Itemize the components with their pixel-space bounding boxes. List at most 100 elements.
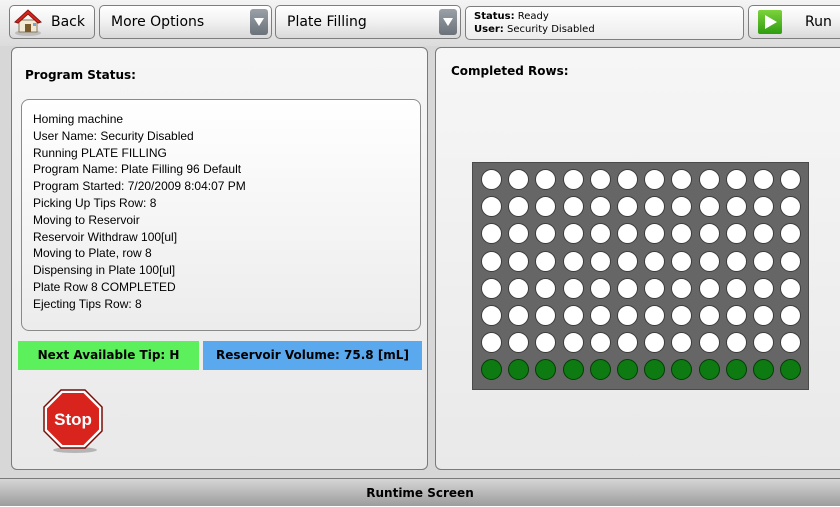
well xyxy=(617,277,638,299)
well xyxy=(562,196,584,218)
well xyxy=(725,332,747,354)
runtime-screen-bar: Runtime Screen xyxy=(0,478,840,506)
well xyxy=(725,305,747,326)
chevron-down-icon xyxy=(439,9,457,35)
log-line: Dispensing in Plate 100[ul] xyxy=(33,263,176,278)
well xyxy=(535,196,557,218)
well xyxy=(698,196,720,218)
well xyxy=(725,359,747,381)
reservoir-volume: Reservoir Volume: 75.8 [mL] xyxy=(203,341,422,370)
stop-button[interactable]: Stop xyxy=(40,388,106,454)
well xyxy=(508,359,530,381)
log-line: Program Name: Plate Filling 96 Default xyxy=(33,162,242,177)
well xyxy=(753,223,774,245)
well xyxy=(780,250,802,272)
play-icon xyxy=(758,10,782,34)
back-button[interactable]: Back xyxy=(9,5,95,39)
back-label: Back xyxy=(51,14,85,30)
well xyxy=(644,359,666,381)
well xyxy=(725,169,747,190)
well xyxy=(780,223,802,245)
log-line: User Name: Security Disabled xyxy=(33,128,194,143)
well xyxy=(562,305,584,326)
well xyxy=(644,250,666,272)
well xyxy=(617,223,638,245)
well xyxy=(589,332,611,354)
well xyxy=(671,169,693,190)
well xyxy=(698,277,720,299)
well xyxy=(698,359,720,381)
well xyxy=(671,223,693,245)
well xyxy=(698,332,720,354)
well xyxy=(780,277,802,299)
well xyxy=(725,223,747,245)
log-line: Moving to Reservoir xyxy=(33,212,140,227)
log-line: Program Started: 7/20/2009 8:04:07 PM xyxy=(33,179,246,194)
well xyxy=(753,332,774,354)
well xyxy=(644,223,666,245)
well xyxy=(535,250,557,272)
well xyxy=(508,277,530,299)
well xyxy=(508,169,530,190)
well xyxy=(481,223,502,245)
well xyxy=(644,277,666,299)
well xyxy=(481,359,502,381)
well xyxy=(508,196,530,218)
well xyxy=(698,223,720,245)
well xyxy=(535,277,557,299)
well xyxy=(698,305,720,326)
well xyxy=(671,332,693,354)
well xyxy=(671,250,693,272)
well xyxy=(589,169,611,190)
well xyxy=(562,277,584,299)
program-select-dropdown[interactable]: Plate Filling xyxy=(275,5,461,39)
chevron-down-icon xyxy=(250,9,268,35)
next-available-tip: Next Available Tip: H xyxy=(18,341,199,370)
run-label: Run xyxy=(805,14,832,30)
stop-label: Stop xyxy=(54,410,92,429)
well xyxy=(589,250,611,272)
well xyxy=(481,250,502,272)
log-line: Moving to Plate, row 8 xyxy=(33,246,152,261)
well xyxy=(725,196,747,218)
house-icon xyxy=(14,9,42,36)
well xyxy=(644,332,666,354)
well xyxy=(671,359,693,381)
well xyxy=(780,332,802,354)
status-label: Status: xyxy=(474,11,515,22)
well xyxy=(671,277,693,299)
more-options-dropdown[interactable]: More Options xyxy=(99,5,272,39)
well xyxy=(562,223,584,245)
log-line: Reservoir Withdraw 100[ul] xyxy=(33,229,178,244)
well xyxy=(644,196,666,218)
well xyxy=(617,196,638,218)
well xyxy=(753,196,774,218)
well xyxy=(671,196,693,218)
well xyxy=(753,305,774,326)
well xyxy=(671,305,693,326)
completed-rows-title: Completed Rows: xyxy=(451,64,569,78)
well xyxy=(535,223,557,245)
run-button[interactable]: Run xyxy=(748,5,840,39)
well xyxy=(535,305,557,326)
well xyxy=(589,196,611,218)
well xyxy=(753,277,774,299)
well xyxy=(508,332,530,354)
well xyxy=(589,359,611,381)
well xyxy=(617,250,638,272)
well xyxy=(562,250,584,272)
more-options-label: More Options xyxy=(111,14,205,30)
well xyxy=(780,305,802,326)
well xyxy=(780,169,802,190)
well xyxy=(481,196,502,218)
log-line: Homing machine xyxy=(33,112,124,126)
log-line: Ejecting Tips Row: 8 xyxy=(33,296,142,311)
well xyxy=(617,169,638,190)
well xyxy=(617,305,638,326)
status-log: Homing machine User Name: Security Disab… xyxy=(21,99,421,331)
well xyxy=(725,250,747,272)
log-line: Plate Row 8 COMPLETED xyxy=(33,279,176,294)
well xyxy=(535,332,557,354)
status-value: Ready xyxy=(517,11,549,22)
top-toolbar: Back More Options Plate Filling Status: … xyxy=(0,0,840,46)
